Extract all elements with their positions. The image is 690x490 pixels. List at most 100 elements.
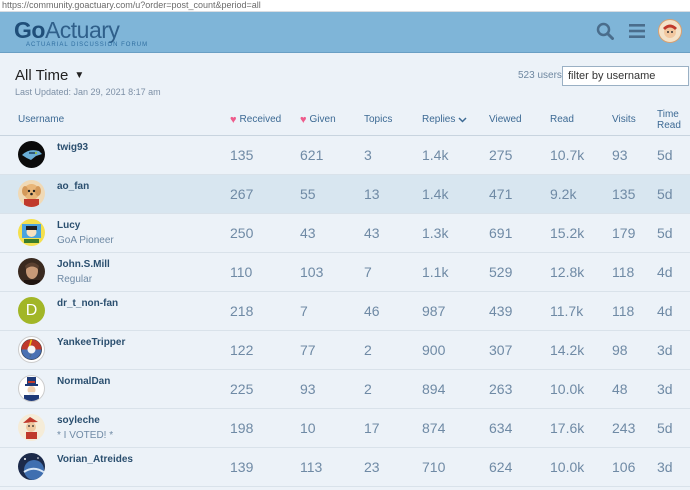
user-avatar[interactable] [18,258,45,285]
given-value: 103 [300,252,364,292]
topics-value: 2 [364,369,422,409]
user-count: 523 users [518,70,562,81]
username-link[interactable]: Lucy [57,220,114,232]
user-row[interactable]: ao_fan 267 55 13 1.4k 471 9.2k 135 5d [0,174,690,214]
username-link[interactable]: Vorian_Atreides [57,454,133,466]
user-avatar[interactable] [18,375,45,402]
read-value: 14.2k [550,330,612,370]
given-value: 621 [300,135,364,175]
topics-value: 23 [364,447,422,487]
viewed-value: 529 [489,252,550,292]
received-value: 267 [230,174,300,214]
replies-value: 1.4k [422,135,489,175]
replies-value: 710 [422,447,489,487]
visits-value: 179 [612,213,657,253]
given-value: 93 [300,369,364,409]
visits-value: 98 [612,330,657,370]
user-avatar[interactable]: D [18,297,45,324]
user-avatar[interactable] [18,141,45,168]
given-value: 7 [300,291,364,331]
table-header-row: Username ♥ Received ♥ Given Topics Replies… [0,104,690,136]
col-viewed[interactable]: Viewed [489,104,550,136]
viewed-value: 691 [489,213,550,253]
time-read-value: 5d [657,408,690,448]
user-avatar[interactable] [18,453,45,480]
visits-value: 118 [612,252,657,292]
received-value: 225 [230,369,300,409]
username-link[interactable]: John.S.Mill [57,259,110,271]
username-link[interactable]: ao_fan [57,181,89,193]
received-value: 139 [230,447,300,487]
received-value: 110 [230,252,300,292]
col-given[interactable]: ♥ Given [300,104,364,136]
user-row[interactable]: Vorian_Atreides 139 113 23 710 624 10.0k… [0,447,690,487]
user-row[interactable]: John.S.Mill Regular 110 103 7 1.1k 529 12… [0,252,690,292]
viewed-value: 471 [489,174,550,214]
given-value: 77 [300,330,364,370]
user-row[interactable]: YankeeTripper 122 77 2 900 307 14.2k 98 … [0,330,690,370]
user-avatar[interactable] [18,219,45,246]
last-updated-text: Last Updated: Jan 29, 2021 8:17 am [15,87,161,97]
user-row[interactable]: twig93 135 621 3 1.4k 275 10.7k 93 5d [0,135,690,175]
username-link[interactable]: dr_t_non-fan [57,298,118,310]
read-value: 10.7k [550,135,612,175]
user-row[interactable]: NormalDan 225 93 2 894 263 10.0k 48 3d [0,369,690,409]
visits-value: 135 [612,174,657,214]
replies-value: 1.1k [422,252,489,292]
site-header: GoActuary ACTUARIAL DISCUSSION FORUM [0,12,690,53]
users-table: Username ♥ Received ♥ Given Topics Replies… [0,104,690,487]
replies-value: 987 [422,291,489,331]
replies-value: 1.3k [422,213,489,253]
username-link[interactable]: soyleche [57,415,113,427]
replies-value: 894 [422,369,489,409]
topics-value: 43 [364,213,422,253]
browser-url-bar[interactable]: https://community.goactuary.com/u?order=… [0,0,690,12]
user-row[interactable]: soyleche * I VOTED! * 198 10 17 874 634 1… [0,408,690,448]
current-user-avatar[interactable] [658,19,682,43]
time-read-value: 3d [657,369,690,409]
search-icon[interactable] [594,20,616,42]
visits-value: 243 [612,408,657,448]
heart-icon: ♥ [230,113,237,126]
replies-value: 874 [422,408,489,448]
hamburger-menu-icon[interactable] [626,20,648,42]
username-link[interactable]: NormalDan [57,376,110,388]
chevron-down-icon [458,116,467,123]
site-logo[interactable]: GoActuary ACTUARIAL DISCUSSION FORUM [14,18,148,49]
directory-toolbar: All Time ▼ Last Updated: Jan 29, 2021 8:… [0,52,690,104]
visits-value: 48 [612,369,657,409]
topics-value: 17 [364,408,422,448]
col-username[interactable]: Username [0,104,230,136]
received-value: 135 [230,135,300,175]
received-value: 218 [230,291,300,331]
username-filter-input[interactable] [562,66,689,86]
read-value: 17.6k [550,408,612,448]
given-value: 10 [300,408,364,448]
visits-value: 93 [612,135,657,175]
col-visits[interactable]: Visits [612,104,657,136]
time-read-value: 5d [657,174,690,214]
col-read[interactable]: Read [550,104,612,136]
username-link[interactable]: YankeeTripper [57,337,125,349]
replies-value: 900 [422,330,489,370]
received-value: 198 [230,408,300,448]
col-received[interactable]: ♥ Received [230,104,300,136]
received-value: 122 [230,330,300,370]
user-avatar[interactable] [18,414,45,441]
user-row[interactable]: Lucy GoA Pioneer 250 43 43 1.3k 691 15.2k… [0,213,690,253]
col-time-read[interactable]: Time Read [657,104,690,136]
col-topics[interactable]: Topics [364,104,422,136]
caret-down-icon: ▼ [74,70,85,81]
user-avatar[interactable] [18,336,45,363]
viewed-value: 624 [489,447,550,487]
topics-value: 7 [364,252,422,292]
user-row[interactable]: D dr_t_non-fan 218 7 46 987 439 11.7k 11… [0,291,690,331]
time-read-value: 5d [657,135,690,175]
visits-value: 106 [612,447,657,487]
col-replies[interactable]: Replies [422,104,489,136]
user-title: Regular [57,274,93,285]
username-link[interactable]: twig93 [57,142,88,154]
user-avatar[interactable] [18,180,45,207]
topics-value: 3 [364,135,422,175]
period-selector[interactable]: All Time ▼ [15,67,84,84]
